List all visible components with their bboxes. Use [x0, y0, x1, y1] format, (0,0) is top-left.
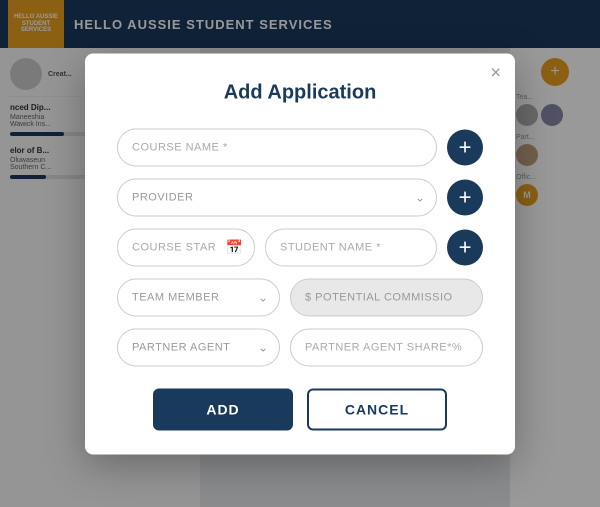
provider-select-wrapper: PROVIDER ⌄	[117, 178, 437, 216]
course-name-input[interactable]	[117, 128, 437, 166]
form-section: + PROVIDER ⌄ + 📅 + TEAM M	[117, 128, 483, 366]
cancel-button[interactable]: CANCEL	[307, 388, 447, 430]
team-commission-row: TEAM MEMBER ⌄	[117, 278, 483, 316]
close-button[interactable]: ×	[490, 63, 501, 81]
partner-agent-select[interactable]: PARTNER AGENT	[117, 328, 280, 366]
add-button[interactable]: ADD	[153, 388, 293, 430]
course-name-plus-button[interactable]: +	[447, 129, 483, 165]
partner-agent-row: PARTNER AGENT ⌄	[117, 328, 483, 366]
provider-row: PROVIDER ⌄ +	[117, 178, 483, 216]
modal-buttons: ADD CANCEL	[117, 388, 483, 430]
partner-agent-share-input[interactable]	[290, 328, 483, 366]
team-member-select[interactable]: TEAM MEMBER	[117, 278, 280, 316]
add-application-modal: × Add Application + PROVIDER ⌄ + 📅 +	[85, 53, 515, 454]
student-name-input[interactable]	[265, 228, 437, 266]
provider-plus-button[interactable]: +	[447, 179, 483, 215]
course-date-wrapper: 📅	[117, 228, 255, 266]
course-name-row: +	[117, 128, 483, 166]
team-member-select-wrapper: TEAM MEMBER ⌄	[117, 278, 280, 316]
potential-commission-input[interactable]	[290, 278, 483, 316]
course-date-student-row: 📅 +	[117, 228, 483, 266]
course-start-date-input[interactable]	[117, 228, 255, 266]
modal-title: Add Application	[117, 81, 483, 104]
provider-select[interactable]: PROVIDER	[117, 178, 437, 216]
partner-agent-select-wrapper: PARTNER AGENT ⌄	[117, 328, 280, 366]
student-plus-button[interactable]: +	[447, 229, 483, 265]
